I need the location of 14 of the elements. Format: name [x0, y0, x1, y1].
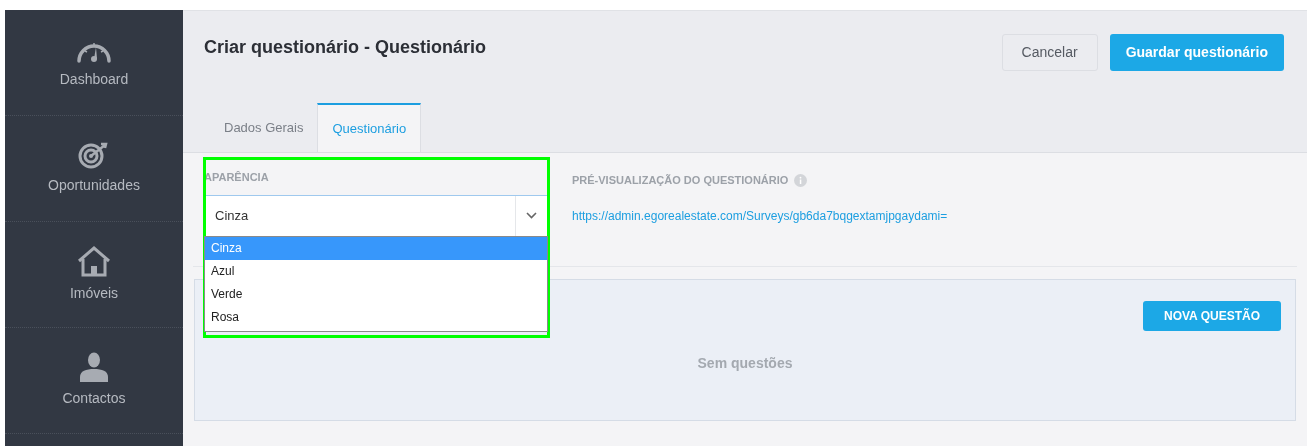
house-icon: [76, 245, 112, 277]
person-icon: [78, 352, 110, 382]
field-label: APARÊNCIA: [204, 170, 270, 185]
dropdown-option[interactable]: Azul: [205, 259, 547, 283]
appearance-select[interactable]: Cinza: [204, 194, 548, 237]
page-title: Criar questionário - Questionário: [204, 36, 487, 59]
info-icon: [794, 173, 808, 187]
cancel-button[interactable]: Cancelar: [1001, 34, 1098, 71]
dropdown-option[interactable]: Rosa: [205, 305, 547, 329]
tab[interactable]: Dados Gerais: [210, 103, 318, 152]
chevron-down-icon: [526, 212, 537, 219]
preview-label: PRÉ-VISUALIZAÇÃO DO QUESTIONÁRIO: [572, 173, 789, 188]
empty-message: Sem questões: [697, 354, 793, 373]
dropdown-option[interactable]: Verde: [205, 282, 547, 306]
